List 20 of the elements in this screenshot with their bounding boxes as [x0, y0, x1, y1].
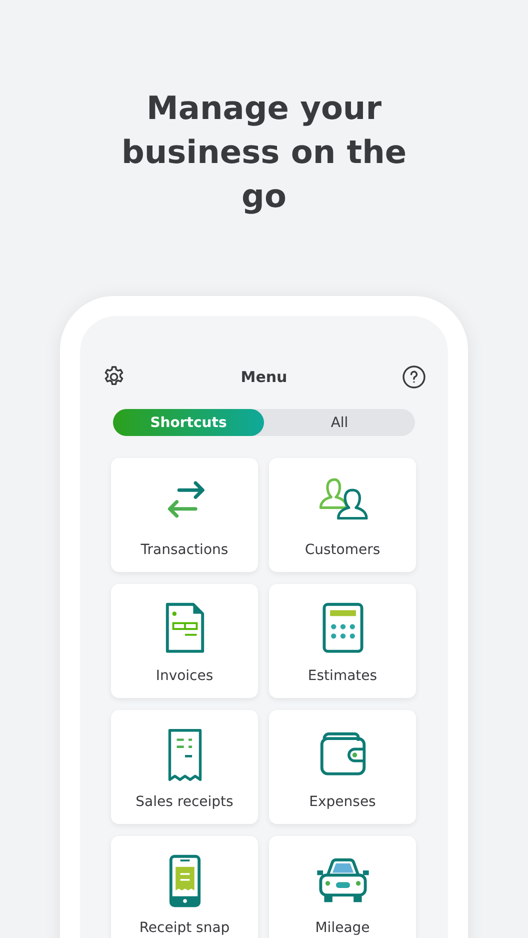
shortcut-tile[interactable]: Expenses — [269, 710, 416, 824]
tile-label: Expenses — [309, 794, 376, 810]
tile-label: Sales receipts — [136, 794, 234, 810]
shortcut-tile[interactable]: Receipt snap — [111, 836, 258, 938]
tile-label: Receipt snap — [139, 920, 230, 936]
shortcut-tile[interactable]: Estimates — [269, 584, 416, 698]
tile-label: Invoices — [156, 668, 214, 684]
shortcut-tile[interactable]: Mileage — [269, 836, 416, 938]
tile-label: Customers — [304, 542, 380, 558]
screen-title: Menu — [240, 368, 288, 386]
shortcut-tile[interactable]: Sales receipts — [111, 710, 258, 824]
shortcut-tile[interactable]: Customers — [269, 458, 416, 572]
headline: Manage your business on the go — [120, 88, 408, 217]
tile-label: Transactions — [140, 542, 228, 558]
shortcut-tile[interactable]: Transactions — [111, 458, 258, 572]
shortcut-tile[interactable]: Invoices — [111, 584, 258, 698]
segment-tab[interactable]: All — [264, 409, 415, 436]
tile-label: Mileage — [315, 920, 370, 936]
help-icon[interactable] — [402, 365, 426, 389]
tile-label: Estimates — [308, 668, 378, 684]
